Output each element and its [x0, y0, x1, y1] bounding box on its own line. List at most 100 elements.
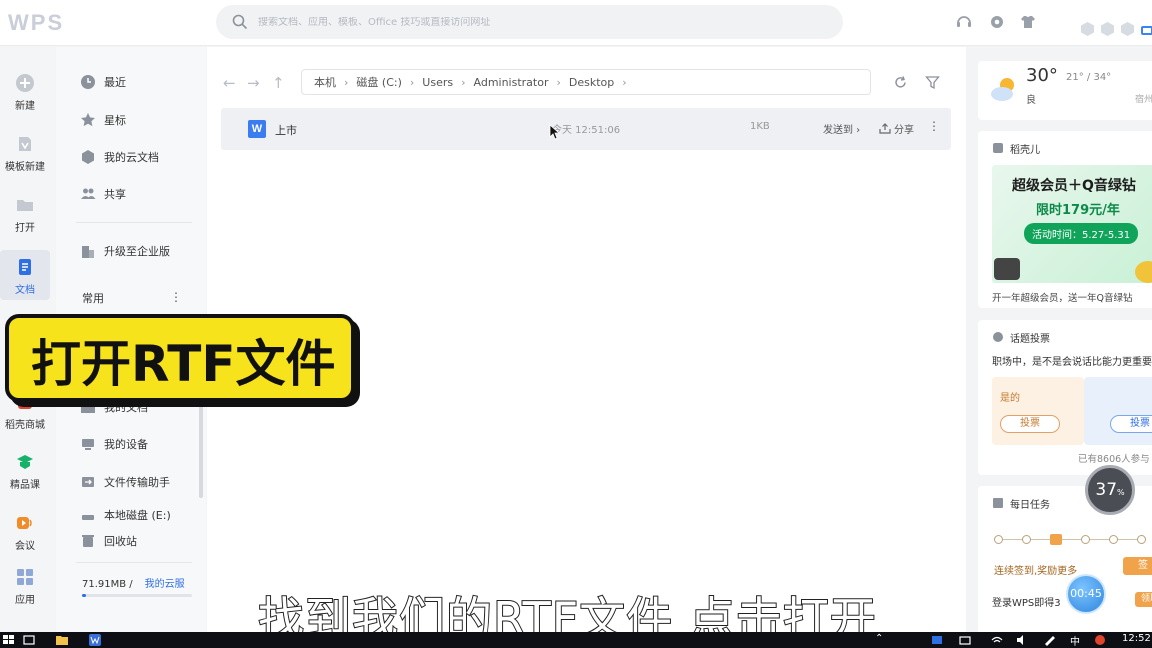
breadcrumb-item[interactable]: Users [422, 76, 453, 89]
nav-item-starred[interactable]: 星标 [80, 112, 126, 128]
folder-icon [17, 200, 33, 211]
checkin-button[interactable]: 签 [1123, 557, 1152, 575]
breadcrumb-item[interactable]: 本机 [314, 74, 336, 90]
weather-card[interactable]: 30° 21° / 34° 良 宿州 [978, 61, 1152, 120]
rail-label: 会议 [15, 541, 35, 552]
nav-item-label: 星标 [104, 114, 126, 127]
video-title: 打开RTF文件 [31, 335, 336, 393]
nav-item-label: 本地磁盘 (E:) [104, 509, 171, 522]
timer-bubble[interactable]: 00:45 [1066, 574, 1106, 614]
chevron-right-icon: › [461, 75, 466, 89]
rail-label: 新建 [15, 101, 35, 112]
claim-button[interactable]: 领取 [1135, 592, 1152, 607]
badge-hex-icon[interactable] [1121, 22, 1134, 36]
window-icon[interactable] [1141, 26, 1152, 35]
promo-logo-icon [994, 258, 1020, 280]
filter-icon[interactable] [925, 75, 940, 90]
file-size: 1KB [750, 121, 770, 132]
star-icon [81, 113, 95, 127]
task-view-icon[interactable] [22, 634, 36, 646]
nav-item-recycle-bin[interactable]: 回收站 [80, 533, 137, 549]
promo-decoration-icon [1135, 261, 1152, 283]
nav-item-local-disk[interactable]: 本地磁盘 (E:) [80, 507, 171, 523]
vote-button[interactable]: 投票 [1000, 415, 1060, 433]
nav-item-transfer-assistant[interactable]: 文件传输助手 [80, 474, 170, 490]
badge-hex-icon[interactable] [1101, 22, 1114, 36]
search-box[interactable] [216, 5, 843, 39]
clock-icon [81, 75, 95, 89]
forward-arrow-icon[interactable]: → [247, 74, 260, 92]
more-vertical-icon[interactable]: ⋮ [928, 119, 940, 133]
rail-new[interactable]: 新建 [0, 73, 50, 112]
checkin-dot [1137, 535, 1146, 544]
top-bar: WPS [0, 0, 1152, 46]
ime-indicator[interactable]: 中 [1070, 633, 1080, 648]
sogou-icon[interactable] [1093, 634, 1107, 646]
chevron-right-icon: › [344, 75, 349, 89]
nav-item-upgrade[interactable]: 升级至企业版 [80, 243, 170, 259]
breadcrumb-item[interactable]: Desktop [569, 76, 614, 89]
scrollbar[interactable] [199, 392, 203, 498]
badge-hex-icon[interactable] [1081, 22, 1094, 36]
nav-item-label: 升级至企业版 [104, 245, 170, 258]
gear-icon[interactable] [988, 13, 1006, 31]
promo-banner[interactable]: 超级会员＋Q音绿钻 限时179元/年 活动时间：5.27-5.31 [992, 165, 1152, 283]
rail-meeting[interactable]: 会议 [0, 513, 50, 552]
wps-taskbar-icon[interactable] [88, 634, 102, 646]
up-arrow-icon[interactable]: ↑ [272, 74, 285, 92]
rail-course[interactable]: 精品课 [0, 452, 50, 491]
weather-sun-cloud-icon [991, 78, 1014, 101]
nav-item-recent[interactable]: 最近 [80, 74, 126, 90]
progress-indicator[interactable]: 37% [1085, 465, 1135, 515]
tray-network-icon[interactable] [958, 634, 972, 646]
refresh-icon[interactable] [893, 75, 908, 90]
breadcrumb[interactable]: 本机 › 磁盘 (C:) › Users › Administrator › Deskt… [301, 69, 871, 95]
vote-button[interactable]: 投票 [1110, 415, 1152, 433]
search-input[interactable] [258, 16, 818, 28]
pen-icon[interactable] [1043, 634, 1057, 646]
nav-item-label: 最近 [104, 76, 126, 89]
file-row[interactable]: W 上市 今天 12:51:06 1KB 发送到 › 分享 ⋮ [221, 108, 951, 150]
file-explorer-icon[interactable] [55, 634, 69, 646]
share-button[interactable]: 分享 [879, 121, 914, 136]
send-to-button[interactable]: 发送到 › [823, 121, 860, 136]
nav-item-my-devices[interactable]: 我的设备 [80, 436, 148, 452]
breadcrumb-item[interactable]: Administrator [474, 76, 549, 89]
progress-unit: % [1117, 488, 1125, 497]
tray-chevron-icon[interactable]: ⌃ [875, 633, 883, 644]
volume-icon[interactable] [1015, 634, 1029, 646]
docer-card[interactable]: 稻壳儿 超级会员＋Q音绿钻 限时179元/年 活动时间：5.27-5.31 开一… [978, 131, 1152, 308]
storage-link[interactable]: 我的云服 [145, 579, 185, 590]
chevron-right-icon: › [556, 75, 561, 89]
promo-date: 活动时间：5.27-5.31 [1024, 223, 1139, 244]
cloud-icon [82, 150, 94, 164]
topic-card[interactable]: 话题投票 职场中，是不是会说话比能力更重要 是的 投票 投票 已有8606人参与 [978, 320, 1152, 475]
rail-documents[interactable]: 文档 [0, 250, 50, 300]
rail-template-new[interactable]: 模板新建 [0, 134, 50, 173]
tray-app-icon[interactable] [930, 634, 944, 646]
storage-info: 71.91MB / 我的云服 [82, 575, 185, 590]
skin-shirt-icon[interactable] [1019, 13, 1037, 31]
card-title: 每日任务 [1010, 500, 1050, 511]
topic-question: 职场中，是不是会说话比能力更重要 [992, 357, 1152, 368]
share-people-icon [81, 188, 96, 199]
more-vertical-icon[interactable]: ⋮ [170, 290, 182, 304]
vote-option-yes[interactable]: 是的 投票 [992, 377, 1084, 445]
storage-bar [82, 594, 192, 597]
wifi-icon[interactable] [990, 634, 1004, 646]
rail-open[interactable]: 打开 [0, 195, 50, 234]
vote-option-no[interactable]: 投票 [1084, 377, 1152, 445]
common-header-label: 常用 [82, 292, 104, 305]
windows-start-icon[interactable] [2, 634, 16, 646]
headset-icon[interactable] [955, 13, 973, 31]
nav-item-shared[interactable]: 共享 [80, 186, 126, 202]
back-arrow-icon[interactable]: ← [223, 74, 236, 92]
file-name[interactable]: 上市 [275, 122, 297, 138]
rail-apps[interactable]: 应用 [0, 567, 50, 606]
promo-price: 限时179元/年 [1036, 203, 1120, 218]
share-label: 分享 [894, 125, 914, 136]
progress-value: 37 [1095, 480, 1118, 500]
breadcrumb-item[interactable]: 磁盘 (C:) [356, 74, 401, 90]
building-icon [82, 246, 94, 258]
nav-item-cloud-docs[interactable]: 我的云文档 [80, 149, 159, 165]
